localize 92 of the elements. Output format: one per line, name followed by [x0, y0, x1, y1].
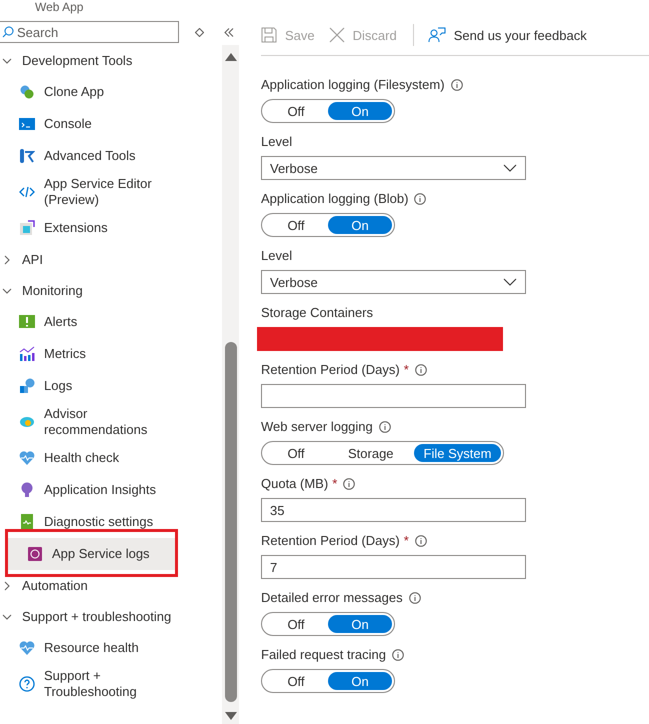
close-icon	[328, 27, 345, 43]
field-label: Level	[261, 248, 292, 263]
app-subtitle: Web App	[34, 0, 84, 14]
nav-item[interactable]: App Service Editor (Preview)	[0, 172, 218, 212]
diagnostic-icon	[19, 514, 35, 530]
heart-icon	[19, 640, 35, 656]
lightbulb-icon	[19, 482, 35, 498]
nav-item[interactable]: Extensions	[0, 212, 218, 244]
nav-item[interactable]: Diagnostic settings	[0, 506, 218, 538]
nav-group[interactable]: API	[0, 244, 218, 275]
circles-icon	[19, 84, 35, 100]
dropdown[interactable]: Verbose	[261, 270, 526, 294]
toggle-option[interactable]: On	[328, 102, 392, 120]
info-icon[interactable]	[414, 364, 427, 376]
toggle-option[interactable]: Off	[264, 672, 328, 690]
nav-group[interactable]: Automation	[0, 570, 218, 601]
nav-item[interactable]: Health check	[0, 442, 218, 474]
field-label: Failed request tracing	[261, 647, 386, 662]
field-label: Level	[261, 134, 292, 149]
toggle-option[interactable]: On	[328, 615, 392, 633]
nav-item[interactable]: Console	[0, 108, 218, 140]
scroll-down-icon[interactable]	[224, 712, 236, 720]
chevron-down-icon	[503, 278, 517, 286]
toolbar-button[interactable]: Send us your feedback	[428, 27, 595, 43]
info-icon[interactable]	[343, 478, 356, 490]
toggle-option[interactable]: Off	[264, 615, 328, 633]
code-icon	[19, 184, 35, 200]
field-label: Application logging (Filesystem)	[261, 77, 445, 92]
info-icon[interactable]	[414, 534, 427, 546]
field-label: Web server logging	[261, 419, 373, 434]
alert-icon	[19, 314, 35, 330]
toggle-option[interactable]: Storage	[328, 444, 414, 462]
input-field[interactable]	[261, 384, 526, 408]
feedback-icon	[428, 27, 446, 43]
field-label: Storage Containers	[261, 305, 374, 320]
input-field[interactable]: 7	[261, 555, 526, 579]
chevron-down-icon	[2, 286, 12, 296]
chevron-down-icon	[2, 612, 12, 622]
save-icon	[261, 27, 277, 43]
nav-item[interactable]: Alerts	[0, 306, 218, 338]
chevron-right-icon	[2, 580, 12, 590]
cloud-icon	[19, 414, 35, 430]
toggle-option[interactable]: Off	[264, 444, 328, 462]
nav-item[interactable]: Resource health	[0, 632, 218, 664]
bar-chart-icon	[19, 346, 35, 362]
toggle-option[interactable]: Off	[264, 216, 328, 234]
nav-item[interactable]: Clone App	[0, 76, 218, 108]
logs-book-icon	[27, 546, 43, 562]
nav-group[interactable]: Monitoring	[0, 275, 218, 306]
nav-item[interactable]: Application Insights	[0, 474, 218, 506]
extensions-icon	[19, 220, 35, 236]
nav-item[interactable]: Support + Troubleshooting	[0, 664, 218, 704]
toggle-option[interactable]: Off	[264, 102, 328, 120]
info-icon[interactable]	[414, 192, 426, 204]
nav-item[interactable]: App Service logs	[8, 538, 175, 570]
chevron-down-icon	[2, 56, 12, 66]
required-mark: *	[332, 476, 338, 491]
info-icon[interactable]	[378, 420, 391, 432]
input-field[interactable]: 35	[261, 498, 526, 522]
required-mark: *	[404, 533, 409, 548]
dropdown[interactable]: Verbose	[261, 156, 526, 180]
info-icon[interactable]	[408, 592, 421, 604]
collapse-icon[interactable]	[224, 28, 234, 36]
nav-item[interactable]: Metrics	[0, 338, 218, 370]
field-label: Application logging (Blob)	[261, 191, 408, 206]
nav-group[interactable]: Support + troubleshooting	[0, 601, 218, 632]
nav-item[interactable]: Logs	[0, 370, 218, 402]
info-icon[interactable]	[450, 78, 463, 90]
field-label: Retention Period (Days)	[261, 362, 400, 377]
field-label: Detailed error messages	[261, 590, 403, 605]
logs-icon	[19, 378, 35, 394]
toggle-option[interactable]: On	[328, 216, 392, 234]
nav-item[interactable]: Advanced Tools	[0, 140, 218, 172]
toggle-option[interactable]: On	[328, 672, 392, 690]
search-field[interactable]: Search	[0, 21, 179, 43]
required-mark: *	[404, 362, 409, 377]
chevron-down-icon	[503, 164, 517, 172]
heart-icon	[19, 450, 35, 466]
console-icon	[19, 116, 35, 132]
nav-group[interactable]: Development Tools	[0, 45, 218, 76]
diamond-icon[interactable]	[194, 28, 204, 36]
scrollbar[interactable]	[222, 45, 239, 724]
field-label: Retention Period (Days)	[261, 533, 400, 548]
search-icon	[2, 26, 14, 38]
help-icon	[19, 676, 35, 692]
tools-icon	[19, 148, 35, 164]
field-label: Quota (MB)	[261, 476, 328, 491]
scroll-up-icon[interactable]	[224, 53, 236, 61]
nav-item[interactable]: Advisor recommendations	[0, 402, 218, 442]
info-icon[interactable]	[392, 648, 404, 660]
toggle-option[interactable]: File System	[414, 444, 502, 462]
chevron-right-icon	[2, 254, 12, 264]
